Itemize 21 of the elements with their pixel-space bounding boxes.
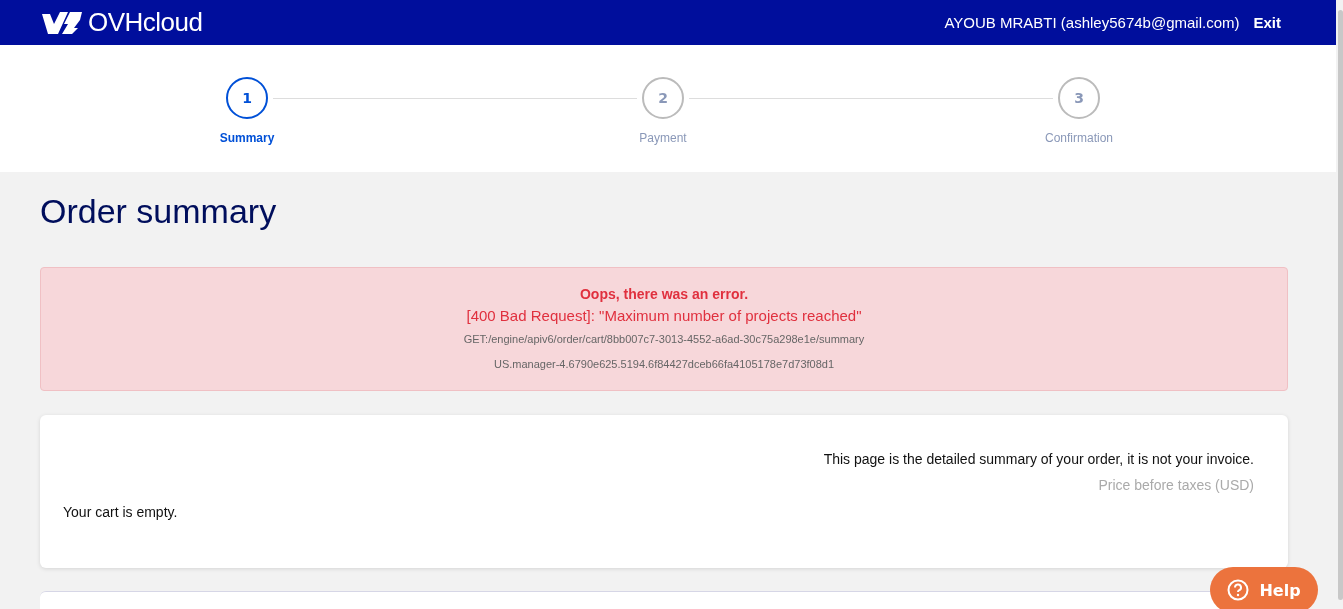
error-heading: Oops, there was an error. (579, 286, 749, 302)
help-button[interactable]: Help (1210, 567, 1318, 609)
step-circle[interactable]: 2 (642, 77, 684, 119)
price-note: Price before taxes (USD) (1098, 477, 1254, 493)
user-name: AYOUB MRABTI (ashley5674b@gmail.com) (944, 14, 1240, 31)
logo-text: OVHcloud (88, 7, 203, 38)
empty-cart-text: Your cart is empty. (63, 504, 179, 520)
page-title: Order summary (40, 192, 278, 231)
step-label: Payment (639, 131, 687, 145)
step-circle[interactable]: 1 (226, 77, 268, 119)
step-label: Confirmation (1045, 131, 1113, 145)
summary-notice: This page is the detailed summary of your order, it is not your invoice. (823, 451, 1254, 467)
step-label: Summary (219, 131, 275, 145)
scrollbar[interactable] (1338, 10, 1343, 600)
error-request: GET:/engine/apiv6/order/cart/8bb007c7-3013-4552-a6ad-30c75a298e1e/summary (463, 332, 865, 347)
help-icon (1227, 579, 1250, 601)
logo-icon (40, 9, 84, 36)
error-trace: US.manager-4.6790e625.5194.6f84427dceb66fa4105178e7d73f08d1 (493, 357, 835, 372)
step-circle[interactable]: 3 (1058, 77, 1100, 119)
exit-link[interactable]: Exit (1253, 14, 1281, 31)
error-message: [400 Bad Request]: "Maximum number of projects reached" (466, 307, 862, 324)
